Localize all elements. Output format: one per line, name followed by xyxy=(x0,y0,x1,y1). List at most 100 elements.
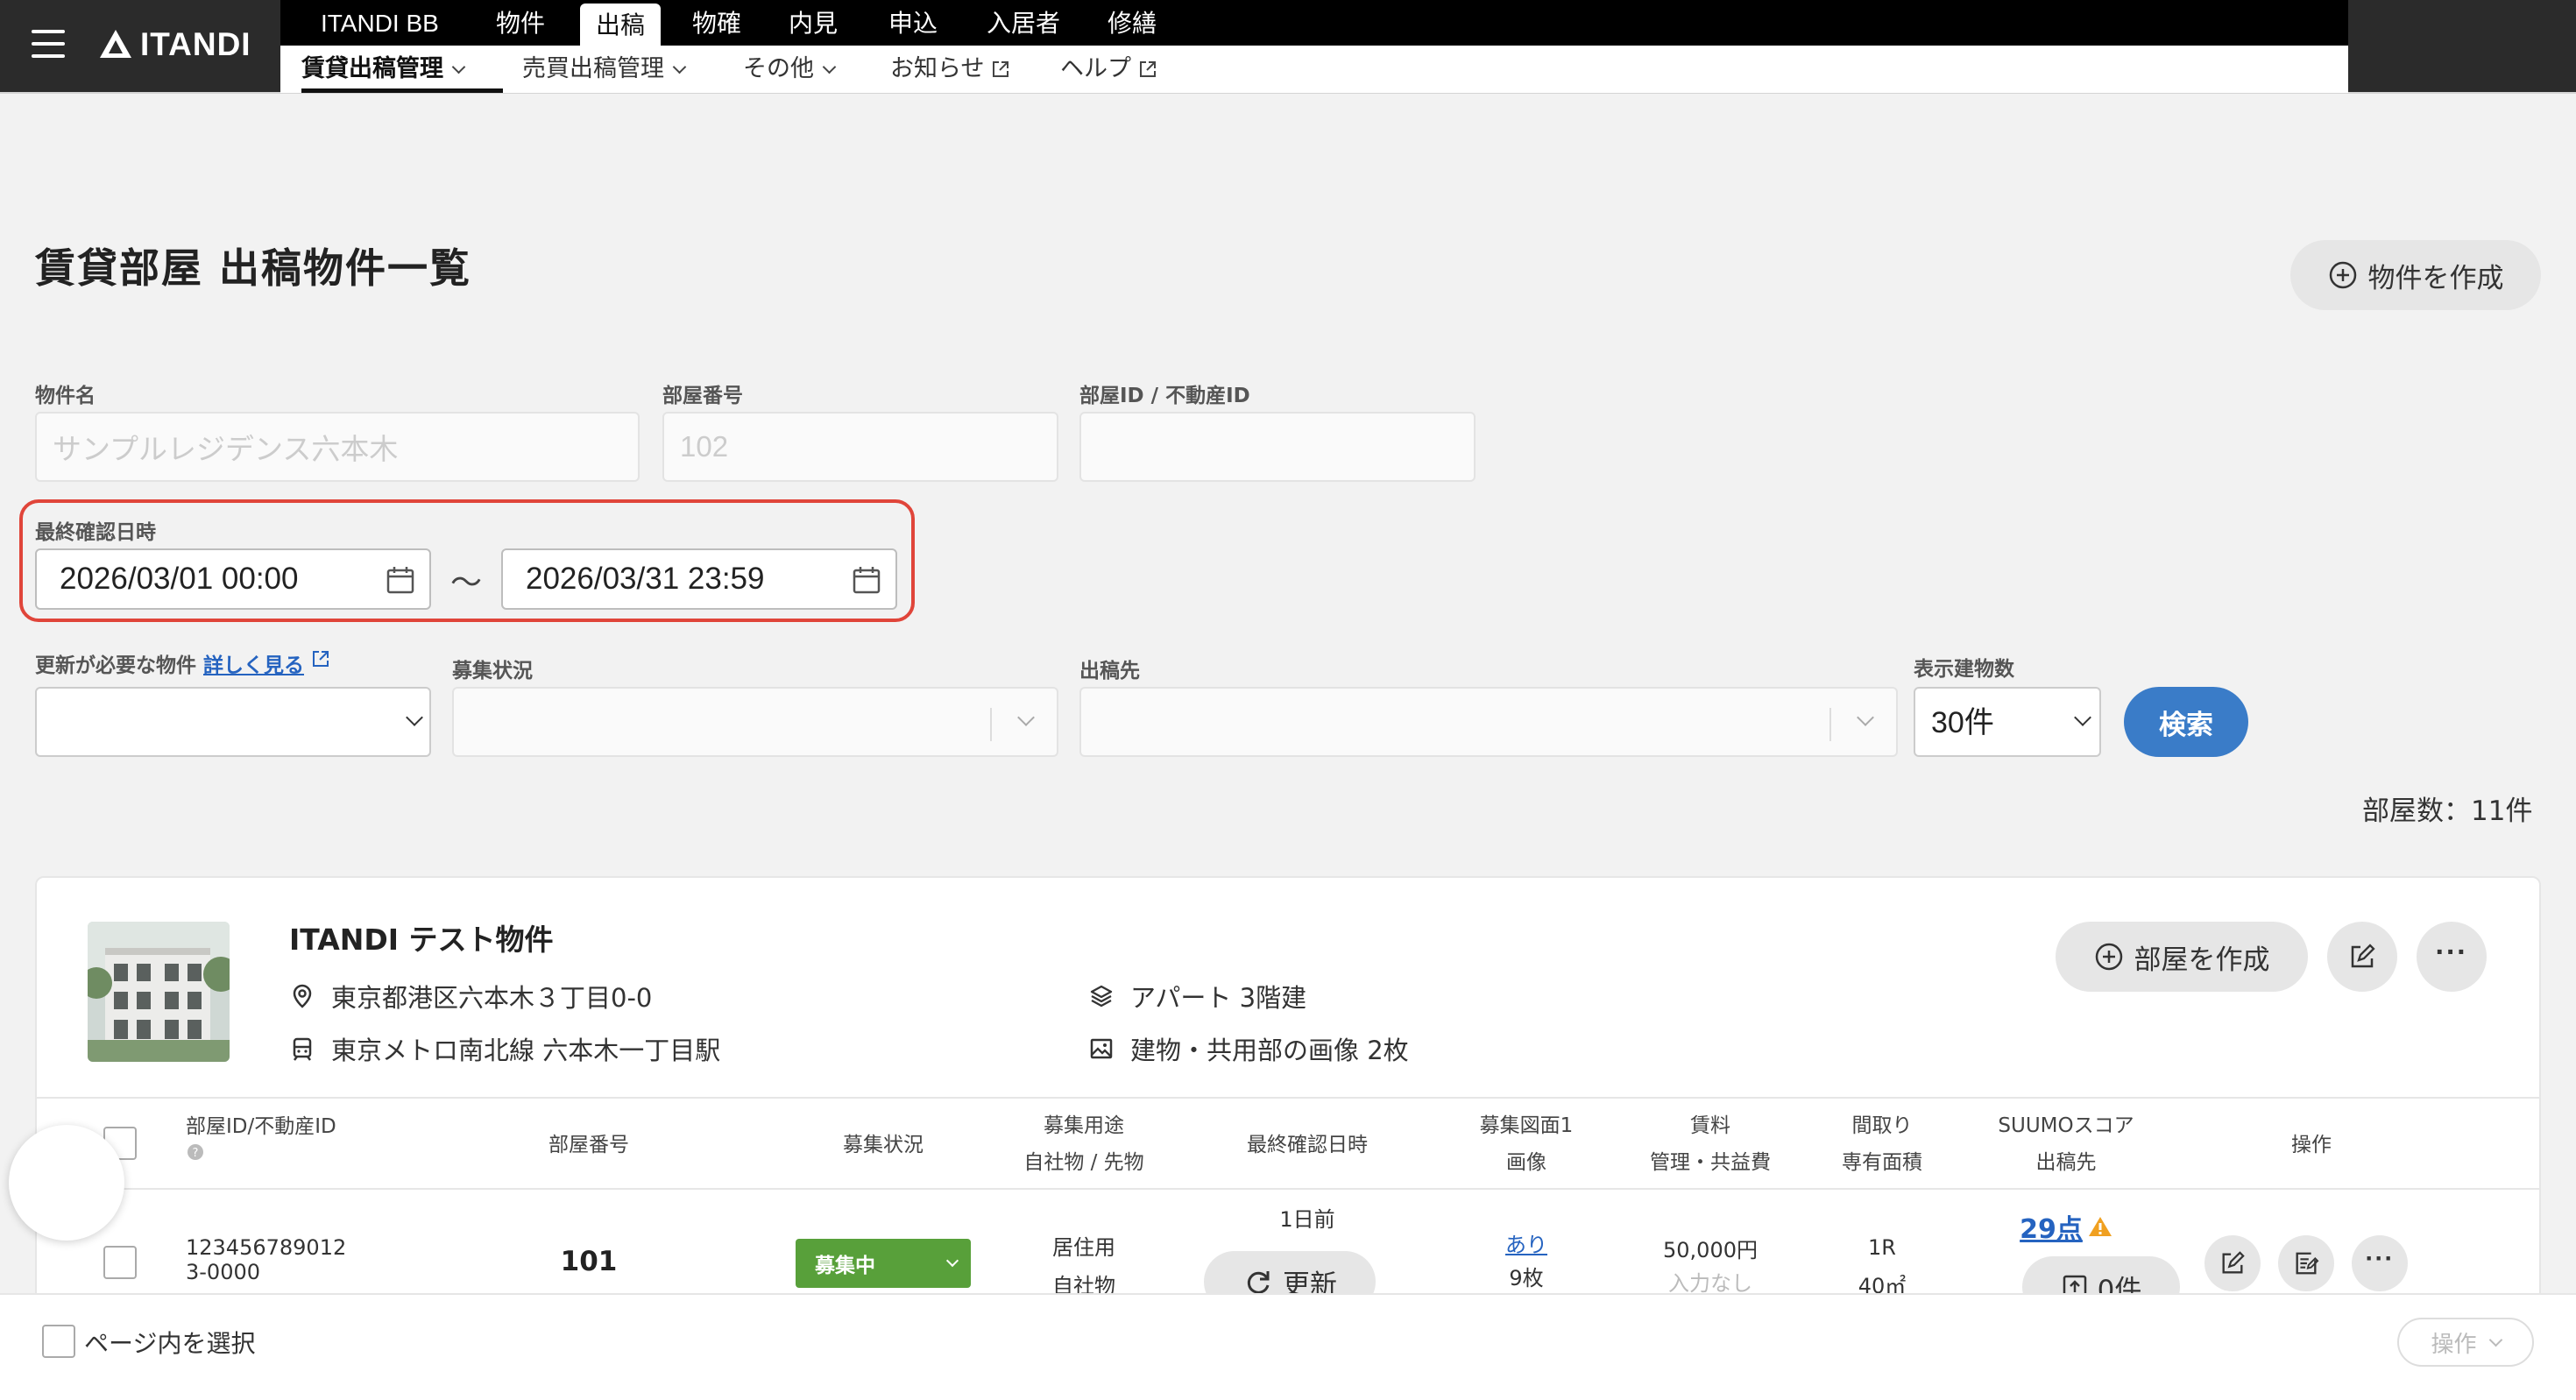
header-status: 募集状況 xyxy=(843,1134,924,1156)
top-nav-confirm[interactable]: 物確 xyxy=(692,0,741,46)
header-floorplan-line2: 画像 xyxy=(1506,1151,1546,1174)
header-layout-line2: 専有面積 xyxy=(1842,1151,1922,1174)
more-icon: ··· xyxy=(2435,936,2468,969)
display-count-select[interactable]: 30件 xyxy=(1914,687,2101,757)
property-thumbnail[interactable] xyxy=(88,922,230,1062)
header-room-id: 部屋ID/不動産ID ? xyxy=(186,1114,343,1163)
recruit-status-select[interactable] xyxy=(452,687,1058,757)
svg-text:?: ? xyxy=(193,1147,199,1160)
chevron-down-icon xyxy=(822,60,837,74)
header-room-id-label: 部屋ID/不動産ID xyxy=(186,1115,336,1138)
header-room-number: 部屋番号 xyxy=(548,1134,629,1156)
property-more-button[interactable]: ··· xyxy=(2417,922,2487,992)
row-more-button[interactable]: ··· xyxy=(2352,1235,2408,1291)
create-property-button[interactable]: 物件を作成 xyxy=(2290,240,2541,310)
plus-circle-icon xyxy=(2095,943,2122,971)
top-nav-property[interactable]: 物件 xyxy=(496,0,545,46)
row-room-number[interactable]: 101 xyxy=(527,1246,650,1277)
row-edit-button[interactable] xyxy=(2204,1235,2261,1291)
bulk-operations-label: 操作 xyxy=(2431,1331,2477,1358)
chevron-down-icon xyxy=(945,1254,959,1268)
recruit-status-label: 募集状況 xyxy=(452,660,533,682)
select-separator xyxy=(990,708,992,741)
header-actions: 操作 xyxy=(2291,1134,2332,1156)
property-address: 東京都港区六本木３丁目0-0 xyxy=(331,983,653,1013)
floorplan-link[interactable]: あり xyxy=(1456,1228,1596,1262)
itandi-logo[interactable]: ITANDI xyxy=(98,26,251,63)
document-edit-icon xyxy=(2296,1252,2319,1275)
building-type-row: アパート 3階建 xyxy=(1088,978,1306,1015)
header-rent-line2: 管理・共益費 xyxy=(1650,1151,1771,1174)
row-suumo-score: 29点 xyxy=(1978,1207,2154,1246)
header-layout: 間取り 専有面積 xyxy=(1821,1107,1943,1181)
sub-nav-news[interactable]: お知らせ xyxy=(890,46,1010,93)
property-name-input[interactable]: サンプルレジデンス六本木 xyxy=(35,412,640,482)
help-icon[interactable]: ? xyxy=(186,1142,205,1162)
header-suumo-line1: SUUMOスコア xyxy=(1998,1114,2134,1137)
station-row: 東京メトロ南北線 六本木一丁目駅 xyxy=(289,1030,720,1067)
header-suumo-line2: 出稿先 xyxy=(2035,1151,2097,1174)
needs-update-select[interactable] xyxy=(35,687,431,757)
header-floorplan: 募集図面1 画像 xyxy=(1456,1107,1596,1181)
row-usage-type: 居住用 xyxy=(1052,1235,1115,1260)
status-select[interactable]: 募集中 xyxy=(796,1239,971,1288)
chevron-down-icon xyxy=(1857,709,1874,726)
create-room-label: 部屋を作成 xyxy=(2134,944,2270,976)
top-nav-residents[interactable]: 入居者 xyxy=(987,0,1060,46)
search-button[interactable]: 検索 xyxy=(2124,687,2248,757)
date-to-input[interactable]: 2026/03/31 23:59 xyxy=(501,548,897,610)
select-separator xyxy=(1829,708,1831,741)
needs-update-label-group: 更新が必要な物件 詳しく見る xyxy=(35,648,330,678)
sub-nav-other[interactable]: その他 xyxy=(743,46,837,93)
sub-nav-rental[interactable]: 賃貸出稿管理 xyxy=(301,46,503,93)
top-nav-publish[interactable]: 出稿 xyxy=(580,4,662,46)
layers-icon xyxy=(1090,985,1113,1008)
sub-nav-sale[interactable]: 売買出稿管理 xyxy=(522,46,687,93)
floating-circle[interactable] xyxy=(9,1125,124,1241)
edit-property-button[interactable] xyxy=(2327,922,2397,992)
needs-update-label: 更新が必要な物件 xyxy=(35,654,196,677)
row-detail-button[interactable] xyxy=(2278,1235,2334,1291)
top-nav-application[interactable]: 申込 xyxy=(888,0,938,46)
sub-nav-help[interactable]: ヘルプ xyxy=(1060,46,1157,93)
suumo-score-link[interactable]: 29点 xyxy=(2020,1207,2083,1246)
logo-mark-icon xyxy=(100,30,131,58)
destination-select[interactable] xyxy=(1079,687,1898,757)
external-link-icon xyxy=(313,651,329,667)
bulk-operations-button[interactable]: 操作 xyxy=(2397,1318,2534,1367)
room-id-input[interactable] xyxy=(1079,412,1476,482)
calendar-icon[interactable] xyxy=(852,565,881,595)
create-room-button[interactable]: 部屋を作成 xyxy=(2056,922,2308,992)
row-checkbox[interactable] xyxy=(103,1246,137,1279)
plus-circle-icon xyxy=(2329,261,2356,289)
select-page-checkbox[interactable] xyxy=(42,1325,75,1358)
external-link-icon xyxy=(1140,61,1156,77)
date-to-value: 2026/03/31 23:59 xyxy=(526,562,765,596)
table-header: 部屋ID/不動産ID ? 部屋番号 募集状況 募集用途 自社物 / 先物 最終確… xyxy=(37,1097,2539,1190)
header-floorplan-line1: 募集図面1 xyxy=(1479,1114,1574,1137)
top-nav-itandi-bb[interactable]: ITANDI BB xyxy=(321,0,439,46)
create-property-label: 物件を作成 xyxy=(2367,262,2504,294)
calendar-icon[interactable] xyxy=(386,565,415,595)
room-number-input[interactable]: 102 xyxy=(662,412,1058,482)
header-last-checked: 最終確認日時 xyxy=(1247,1134,1368,1156)
header-rent-line1: 賃料 xyxy=(1690,1114,1730,1137)
sub-nav-sale-label: 売買出稿管理 xyxy=(522,55,664,82)
row-room-id: 123456789012 3-0000 xyxy=(186,1235,347,1284)
chevron-down-icon xyxy=(2074,709,2091,726)
building-images: 建物・共用部の画像 2枚 xyxy=(1130,1036,1409,1065)
status-value: 募集中 xyxy=(815,1255,875,1277)
sub-nav-other-label: その他 xyxy=(743,55,814,82)
top-nav-repair[interactable]: 修繕 xyxy=(1108,0,1157,46)
bulk-action-footer: ページ内を選択 操作 xyxy=(0,1293,2576,1400)
location-pin-icon xyxy=(293,984,312,1008)
menu-icon[interactable] xyxy=(32,30,65,58)
edit-icon xyxy=(2351,944,2375,968)
date-from-input[interactable]: 2026/03/01 00:00 xyxy=(35,548,431,610)
warning-icon xyxy=(2088,1217,2112,1236)
room-count: 部屋数：11件 xyxy=(2362,795,2533,827)
sub-nav: 賃貸出稿管理 売買出稿管理 その他 お知らせ ヘルプ xyxy=(280,46,2348,93)
select-page-label[interactable]: ページ内を選択 xyxy=(84,1325,255,1360)
details-link[interactable]: 詳しく見る xyxy=(203,648,304,678)
top-nav-viewing[interactable]: 内見 xyxy=(789,0,838,46)
